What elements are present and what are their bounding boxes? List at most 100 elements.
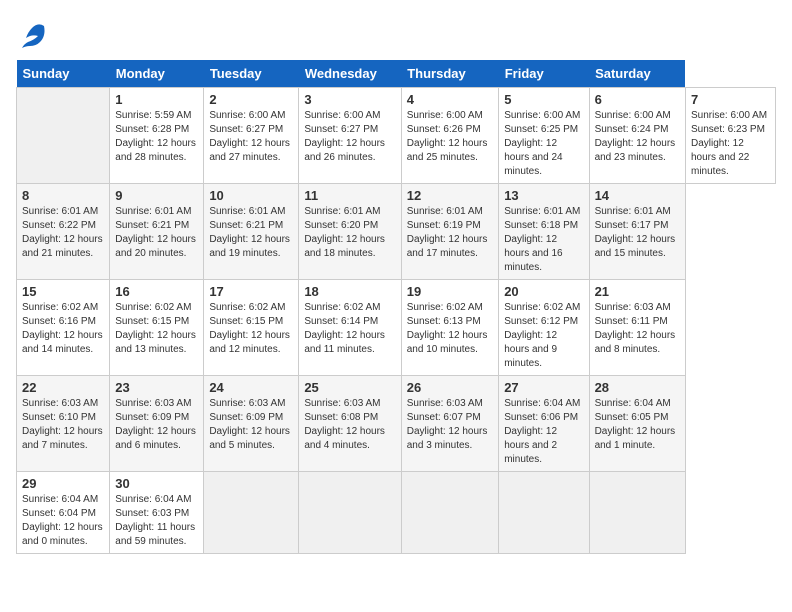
calendar-week-row: 22 Sunrise: 6:03 AM Sunset: 6:10 PM Dayli… <box>17 376 776 472</box>
calendar-day-cell: 19 Sunrise: 6:02 AM Sunset: 6:13 PM Dayli… <box>401 280 498 376</box>
day-info: Sunrise: 6:02 AM Sunset: 6:15 PM Dayligh… <box>115 301 198 357</box>
logo <box>16 20 48 52</box>
calendar-day-cell: 18 Sunrise: 6:02 AM Sunset: 6:14 PM Dayli… <box>299 280 401 376</box>
day-header-friday: Friday <box>499 60 589 88</box>
calendar-day-cell: 11 Sunrise: 6:01 AM Sunset: 6:20 PM Dayli… <box>299 184 401 280</box>
page-header <box>16 16 776 52</box>
day-number: 29 <box>22 476 104 491</box>
day-header-saturday: Saturday <box>589 60 685 88</box>
day-header-row: SundayMondayTuesdayWednesdayThursdayFrid… <box>17 60 776 88</box>
empty-cell <box>17 88 110 184</box>
day-header-thursday: Thursday <box>401 60 498 88</box>
day-info: Sunrise: 5:59 AM Sunset: 6:28 PM Dayligh… <box>115 109 198 165</box>
day-header-wednesday: Wednesday <box>299 60 401 88</box>
day-info: Sunrise: 6:00 AM Sunset: 6:25 PM Dayligh… <box>504 109 583 179</box>
day-number: 4 <box>407 92 493 107</box>
calendar-day-cell: 24Sunrise: 6:03 AM Sunset: 6:09 PM Dayli… <box>204 376 299 472</box>
day-header-sunday: Sunday <box>17 60 110 88</box>
day-info: Sunrise: 6:01 AM Sunset: 6:21 PM Dayligh… <box>209 205 293 261</box>
calendar-day-cell: 26Sunrise: 6:03 AM Sunset: 6:07 PM Dayli… <box>401 376 498 472</box>
calendar-day-cell: 15 Sunrise: 6:02 AM Sunset: 6:16 PM Dayli… <box>17 280 110 376</box>
day-number: 9 <box>115 188 198 203</box>
day-info: Sunrise: 6:01 AM Sunset: 6:20 PM Dayligh… <box>304 205 395 261</box>
day-number: 14 <box>595 188 680 203</box>
calendar-day-cell: 30 Sunrise: 6:04 AM Sunset: 6:03 PM Dayli… <box>110 472 204 554</box>
day-number: 27 <box>504 380 583 395</box>
day-info: Sunrise: 6:04 AM Sunset: 6:03 PM Dayligh… <box>115 493 198 549</box>
calendar-day-cell: 12 Sunrise: 6:01 AM Sunset: 6:19 PM Dayli… <box>401 184 498 280</box>
day-number: 26 <box>407 380 493 395</box>
day-info: Sunrise: 6:02 AM Sunset: 6:16 PM Dayligh… <box>22 301 104 357</box>
day-number: 22 <box>22 380 104 395</box>
calendar-week-row: 1 Sunrise: 5:59 AM Sunset: 6:28 PM Daylig… <box>17 88 776 184</box>
calendar-day-cell: 28 Sunrise: 6:04 AM Sunset: 6:05 PM Dayli… <box>589 376 685 472</box>
calendar-day-cell: 17Sunrise: 6:02 AM Sunset: 6:15 PM Dayli… <box>204 280 299 376</box>
calendar-day-cell: 25 Sunrise: 6:03 AM Sunset: 6:08 PM Dayli… <box>299 376 401 472</box>
day-number: 8 <box>22 188 104 203</box>
calendar-day-cell <box>204 472 299 554</box>
calendar-day-cell: 3Sunrise: 6:00 AM Sunset: 6:27 PM Daylig… <box>299 88 401 184</box>
day-number: 5 <box>504 92 583 107</box>
day-info: Sunrise: 6:03 AM Sunset: 6:10 PM Dayligh… <box>22 397 104 453</box>
calendar-day-cell: 20 Sunrise: 6:02 AM Sunset: 6:12 PM Dayli… <box>499 280 589 376</box>
calendar-day-cell: 23Sunrise: 6:03 AM Sunset: 6:09 PM Dayli… <box>110 376 204 472</box>
day-info: Sunrise: 6:02 AM Sunset: 6:12 PM Dayligh… <box>504 301 583 371</box>
day-number: 24 <box>209 380 293 395</box>
day-info: Sunrise: 6:03 AM Sunset: 6:08 PM Dayligh… <box>304 397 395 453</box>
day-number: 11 <box>304 188 395 203</box>
day-info: Sunrise: 6:01 AM Sunset: 6:22 PM Dayligh… <box>22 205 104 261</box>
day-number: 18 <box>304 284 395 299</box>
day-info: Sunrise: 6:02 AM Sunset: 6:15 PM Dayligh… <box>209 301 293 357</box>
day-number: 13 <box>504 188 583 203</box>
day-number: 20 <box>504 284 583 299</box>
calendar-day-cell: 7Sunrise: 6:00 AM Sunset: 6:23 PM Daylig… <box>685 88 775 184</box>
day-number: 19 <box>407 284 493 299</box>
calendar-day-cell: 10 Sunrise: 6:01 AM Sunset: 6:21 PM Dayli… <box>204 184 299 280</box>
day-info: Sunrise: 6:02 AM Sunset: 6:13 PM Dayligh… <box>407 301 493 357</box>
calendar-day-cell <box>299 472 401 554</box>
day-header-tuesday: Tuesday <box>204 60 299 88</box>
day-number: 6 <box>595 92 680 107</box>
day-info: Sunrise: 6:04 AM Sunset: 6:05 PM Dayligh… <box>595 397 680 453</box>
day-number: 23 <box>115 380 198 395</box>
day-info: Sunrise: 6:01 AM Sunset: 6:18 PM Dayligh… <box>504 205 583 275</box>
calendar-day-cell: 9 Sunrise: 6:01 AM Sunset: 6:21 PM Daylig… <box>110 184 204 280</box>
calendar-day-cell: 29 Sunrise: 6:04 AM Sunset: 6:04 PM Dayli… <box>17 472 110 554</box>
calendar-day-cell <box>499 472 589 554</box>
calendar-day-cell: 16 Sunrise: 6:02 AM Sunset: 6:15 PM Dayli… <box>110 280 204 376</box>
day-info: Sunrise: 6:04 AM Sunset: 6:04 PM Dayligh… <box>22 493 104 549</box>
day-number: 12 <box>407 188 493 203</box>
calendar-day-cell: 2Sunrise: 6:00 AM Sunset: 6:27 PM Daylig… <box>204 88 299 184</box>
calendar-day-cell: 14 Sunrise: 6:01 AM Sunset: 6:17 PM Dayli… <box>589 184 685 280</box>
day-info: Sunrise: 6:00 AM Sunset: 6:24 PM Dayligh… <box>595 109 680 165</box>
day-info: Sunrise: 6:02 AM Sunset: 6:14 PM Dayligh… <box>304 301 395 357</box>
day-info: Sunrise: 6:03 AM Sunset: 6:11 PM Dayligh… <box>595 301 680 357</box>
day-info: Sunrise: 6:01 AM Sunset: 6:19 PM Dayligh… <box>407 205 493 261</box>
calendar-day-cell <box>589 472 685 554</box>
day-info: Sunrise: 6:00 AM Sunset: 6:27 PM Dayligh… <box>209 109 293 165</box>
day-number: 25 <box>304 380 395 395</box>
day-number: 21 <box>595 284 680 299</box>
calendar-day-cell <box>401 472 498 554</box>
calendar-day-cell: 22 Sunrise: 6:03 AM Sunset: 6:10 PM Dayli… <box>17 376 110 472</box>
calendar-day-cell: 1 Sunrise: 5:59 AM Sunset: 6:28 PM Daylig… <box>110 88 204 184</box>
calendar-day-cell: 8 Sunrise: 6:01 AM Sunset: 6:22 PM Daylig… <box>17 184 110 280</box>
day-number: 7 <box>691 92 770 107</box>
calendar-week-row: 8 Sunrise: 6:01 AM Sunset: 6:22 PM Daylig… <box>17 184 776 280</box>
day-number: 1 <box>115 92 198 107</box>
day-info: Sunrise: 6:01 AM Sunset: 6:21 PM Dayligh… <box>115 205 198 261</box>
day-number: 28 <box>595 380 680 395</box>
calendar-day-cell: 5 Sunrise: 6:00 AM Sunset: 6:25 PM Daylig… <box>499 88 589 184</box>
day-number: 10 <box>209 188 293 203</box>
day-number: 30 <box>115 476 198 491</box>
calendar-day-cell: 21 Sunrise: 6:03 AM Sunset: 6:11 PM Dayli… <box>589 280 685 376</box>
calendar-day-cell: 4 Sunrise: 6:00 AM Sunset: 6:26 PM Daylig… <box>401 88 498 184</box>
day-number: 16 <box>115 284 198 299</box>
calendar-week-row: 29 Sunrise: 6:04 AM Sunset: 6:04 PM Dayli… <box>17 472 776 554</box>
day-header-monday: Monday <box>110 60 204 88</box>
calendar-table: SundayMondayTuesdayWednesdayThursdayFrid… <box>16 60 776 554</box>
title-area <box>68 16 776 18</box>
day-number: 15 <box>22 284 104 299</box>
day-info: Sunrise: 6:00 AM Sunset: 6:26 PM Dayligh… <box>407 109 493 165</box>
day-info: Sunrise: 6:01 AM Sunset: 6:17 PM Dayligh… <box>595 205 680 261</box>
